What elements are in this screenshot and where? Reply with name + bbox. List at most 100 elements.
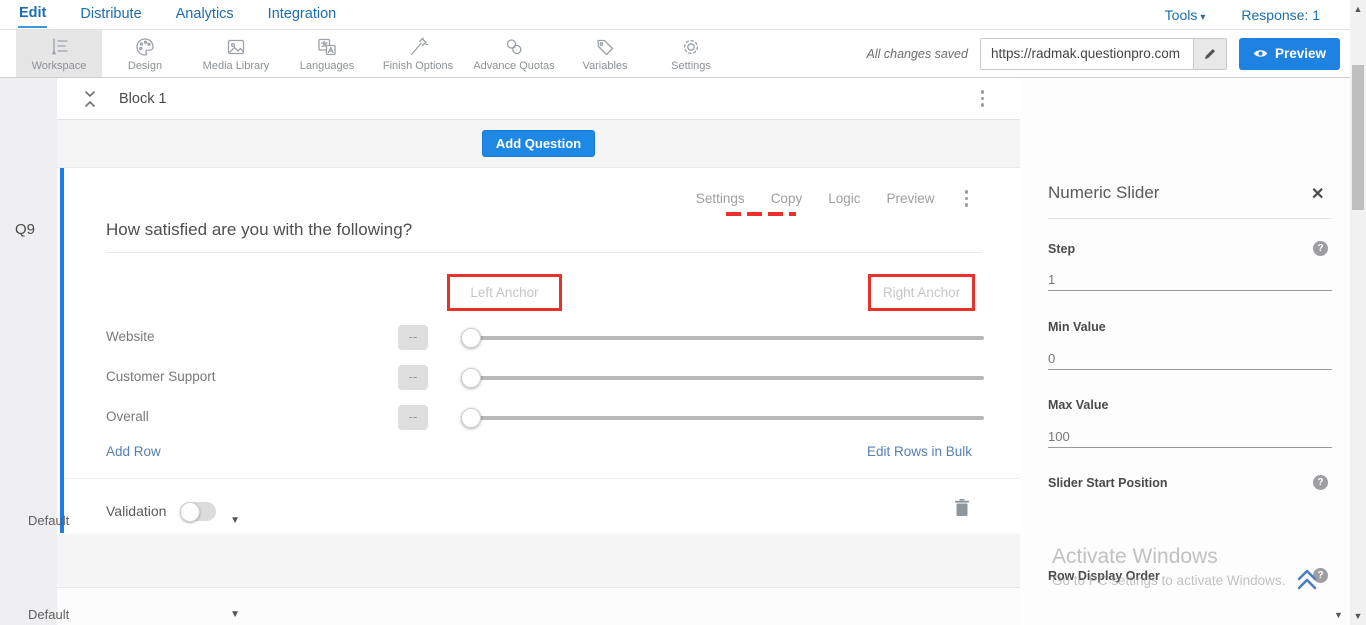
row-value-badge: --	[398, 325, 428, 350]
question-settings-panel	[1020, 78, 1350, 625]
add-row-link[interactable]: Add Row	[106, 444, 161, 459]
survey-url-box	[980, 38, 1227, 70]
panel-scroll-down-arrow[interactable]: ▼	[1334, 610, 1343, 620]
slider-row: Website --	[64, 318, 1024, 358]
toolbar-item-media-library[interactable]: Media Library	[188, 30, 284, 77]
step-value[interactable]: 1	[1048, 272, 1055, 287]
toolbar-right: All changes saved Preview	[867, 30, 1366, 77]
help-icon[interactable]: ?	[1313, 475, 1328, 490]
question-settings-link[interactable]: Settings	[696, 191, 745, 206]
nav-analytics[interactable]: Analytics	[175, 2, 235, 27]
toolbar: Workspace Design Media Library Languages…	[0, 30, 1366, 78]
workspace-icon	[48, 36, 70, 58]
toolbar-item-languages[interactable]: Languages	[284, 30, 370, 77]
settings-annotation-underline	[726, 212, 796, 216]
row-value-badge: --	[398, 365, 428, 390]
toolbar-item-advance-quotas[interactable]: Advance Quotas	[466, 30, 562, 77]
question-number: Q9	[15, 221, 35, 238]
page-scrollbar[interactable]: ▲ ▼	[1350, 0, 1366, 625]
toolbar-item-variables[interactable]: Variables	[562, 30, 648, 77]
toolbar-item-workspace[interactable]: Workspace	[16, 30, 102, 77]
add-question-button[interactable]: Add Question	[482, 130, 595, 157]
preview-button[interactable]: Preview	[1239, 38, 1340, 70]
finish-options-icon	[407, 36, 429, 58]
input-underline	[1048, 447, 1332, 448]
row-display-order-label: Row Display Order	[1048, 569, 1160, 583]
pencil-icon	[1203, 47, 1217, 61]
help-icon[interactable]: ?	[1313, 241, 1328, 256]
scroll-to-top-icon[interactable]	[1295, 566, 1319, 597]
right-anchor-field[interactable]: Right Anchor	[868, 274, 975, 311]
question-preview-link[interactable]: Preview	[886, 191, 934, 206]
settings-icon	[680, 36, 702, 58]
slider-start-position-label: Slider Start Position	[1048, 476, 1167, 490]
toolbar-item-finish-options[interactable]: Finish Options	[370, 30, 466, 77]
add-question-strip: Add Question	[57, 120, 1020, 168]
row-label[interactable]: Customer Support	[106, 369, 216, 384]
row-display-order-select[interactable]: Default▼	[28, 607, 240, 622]
toolbar-item-design[interactable]: Design	[102, 30, 188, 77]
save-status: All changes saved	[867, 47, 968, 61]
numeric-slider-track[interactable]	[464, 416, 984, 420]
block-menu-icon[interactable]	[977, 86, 989, 111]
question-more-menu-icon[interactable]	[961, 186, 973, 211]
chevron-down-icon: ▼	[230, 515, 240, 526]
scrollbar-up-arrow[interactable]: ▲	[1350, 4, 1366, 14]
block-footer-strip: Add Question Page Break Separator Split …	[57, 534, 1020, 587]
nav-integration[interactable]: Integration	[267, 2, 338, 27]
numeric-slider-track[interactable]	[464, 376, 984, 380]
divider	[1048, 218, 1332, 219]
block-header: Block 1	[57, 78, 1020, 120]
step-label: Step	[1048, 242, 1075, 256]
slider-handle[interactable]	[461, 408, 481, 428]
design-icon	[134, 36, 156, 58]
media-library-icon	[225, 36, 247, 58]
chevron-down-icon: ▼	[230, 609, 240, 620]
divider	[64, 478, 1024, 479]
scrollbar-thumb[interactable]	[1352, 65, 1364, 210]
left-anchor-field[interactable]: Left Anchor	[447, 274, 562, 311]
survey-editor-main: Block 1 Add Question Settings Copy Logic…	[57, 78, 1020, 625]
top-navigation: Edit Distribute Analytics Integration To…	[0, 0, 1366, 30]
delete-question-icon[interactable]	[954, 498, 970, 522]
nav-distribute[interactable]: Distribute	[79, 2, 142, 27]
block-title: Block 1	[119, 91, 167, 107]
tools-menu[interactable]: Tools▾	[1165, 7, 1206, 23]
survey-url-input[interactable]	[981, 39, 1193, 69]
edit-url-button[interactable]	[1193, 39, 1226, 69]
question-copy-link[interactable]: Copy	[771, 191, 803, 206]
question-menu: Settings Copy Logic Preview	[696, 186, 1020, 211]
divider	[106, 252, 982, 253]
input-underline	[1048, 290, 1332, 291]
question-title[interactable]: How satisfied are you with the following…	[106, 220, 412, 240]
nav-edit[interactable]: Edit	[18, 1, 47, 28]
row-label[interactable]: Website	[106, 329, 155, 344]
row-value-badge: --	[398, 405, 428, 430]
eye-icon	[1253, 48, 1268, 59]
slider-handle[interactable]	[461, 368, 481, 388]
max-value[interactable]: 100	[1048, 429, 1070, 444]
nav-right: Tools▾ Response: 1	[1165, 7, 1320, 23]
input-underline	[1048, 369, 1332, 370]
max-value-label: Max Value	[1048, 398, 1108, 412]
response-count[interactable]: Response: 1	[1241, 7, 1320, 23]
question-index-gutter: Q9	[0, 78, 57, 625]
min-value-label: Min Value	[1048, 320, 1106, 334]
languages-icon	[316, 36, 338, 58]
min-value[interactable]: 0	[1048, 351, 1055, 366]
question-logic-link[interactable]: Logic	[828, 191, 860, 206]
row-label[interactable]: Overall	[106, 409, 149, 424]
numeric-slider-track[interactable]	[464, 336, 984, 340]
slider-start-position-select[interactable]: Default▼	[28, 513, 240, 528]
panel-title: Numeric Slider	[1048, 183, 1159, 203]
collapse-block-icon[interactable]	[83, 90, 97, 108]
edit-rows-bulk-link[interactable]: Edit Rows in Bulk	[867, 444, 972, 459]
toolbar-item-settings[interactable]: Settings	[648, 30, 734, 77]
slider-row: Overall --	[64, 398, 1024, 438]
chevron-down-icon: ▾	[1200, 12, 1205, 23]
close-panel-icon[interactable]: ✕	[1311, 184, 1324, 204]
question-card: Settings Copy Logic Preview How satisfie…	[60, 168, 1020, 533]
slider-handle[interactable]	[461, 328, 481, 348]
variables-icon	[594, 36, 616, 58]
scrollbar-down-arrow[interactable]: ▼	[1350, 611, 1366, 621]
